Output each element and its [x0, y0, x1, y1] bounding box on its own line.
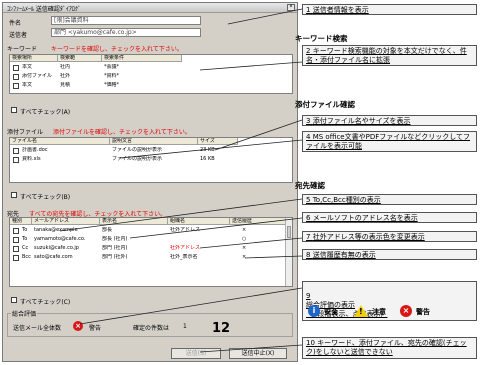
callout-number: 3: [306, 117, 311, 125]
callout-number: 1: [306, 6, 311, 14]
section-title-keyword: キーワード検索: [295, 34, 348, 43]
callout-number: 5: [306, 196, 311, 204]
callout-text: メールソフトのアドレス名を表示: [312, 214, 418, 222]
callout-number: 10: [306, 339, 315, 347]
callout-10: 10 キーワード、添付ファイル、宛先の確認(チェック)をしないと送信できない: [302, 337, 477, 359]
callout-text: 送信履歴有無の表示: [312, 251, 376, 259]
callout-text: 送信者情報を表示: [312, 6, 369, 14]
error-circle-icon: ×: [400, 305, 412, 317]
callout-text: キーワード検索機能の対象を本文だけでなく、件名・添付ファイル名に拡張: [306, 47, 467, 64]
callout-number: 9: [306, 292, 311, 300]
warning-triangle-icon: !: [354, 305, 368, 317]
legend-warning: 警告: [416, 308, 430, 316]
section-title-attach: 添付ファイル確認: [295, 100, 355, 109]
callout-7: 7 社外アドレス等の表示色を変更表示: [302, 231, 477, 242]
legend-safe: 安全: [324, 308, 338, 316]
info-icon: i: [308, 305, 320, 317]
callout-4: 4 MS office文書やPDFファイルなどクリックしてファイルを表示可能: [302, 131, 477, 152]
callout-1: 1 送信者情報を表示: [302, 4, 477, 15]
legend-caution: 注意: [372, 308, 386, 316]
callout-number: 7: [306, 233, 311, 241]
callout-text: キーワード、添付ファイル、宛先の確認(チェック)をしないと送信できない: [306, 339, 467, 356]
callout-number: 6: [306, 214, 311, 222]
callout-number: 4: [306, 133, 311, 141]
callout-text: 社外アドレス等の表示色を変更表示: [312, 233, 425, 241]
callout-2: 2 キーワード検索機能の対象を本文だけでなく、件名・添付ファイル名に拡張: [302, 45, 477, 66]
callout-number: 2: [306, 47, 311, 55]
callout-6: 6 メールソフトのアドレス名を表示: [302, 212, 477, 223]
callout-text: 添付ファイル名やサイズを表示: [312, 117, 411, 125]
callout-8: 8 送信履歴有無の表示: [302, 249, 477, 260]
callout-3: 3 添付ファイル名やサイズを表示: [302, 115, 477, 126]
section-title-dest: 宛先確認: [295, 181, 325, 190]
callout-text: MS office文書やPDFファイルなどクリックしてファイルを表示可能: [306, 133, 471, 150]
callout-text: To,Cc,Bcc種別の表示: [312, 196, 381, 204]
callout-5: 5 To,Cc,Bcc種別の表示: [302, 194, 477, 205]
callout-number: 8: [306, 251, 311, 259]
